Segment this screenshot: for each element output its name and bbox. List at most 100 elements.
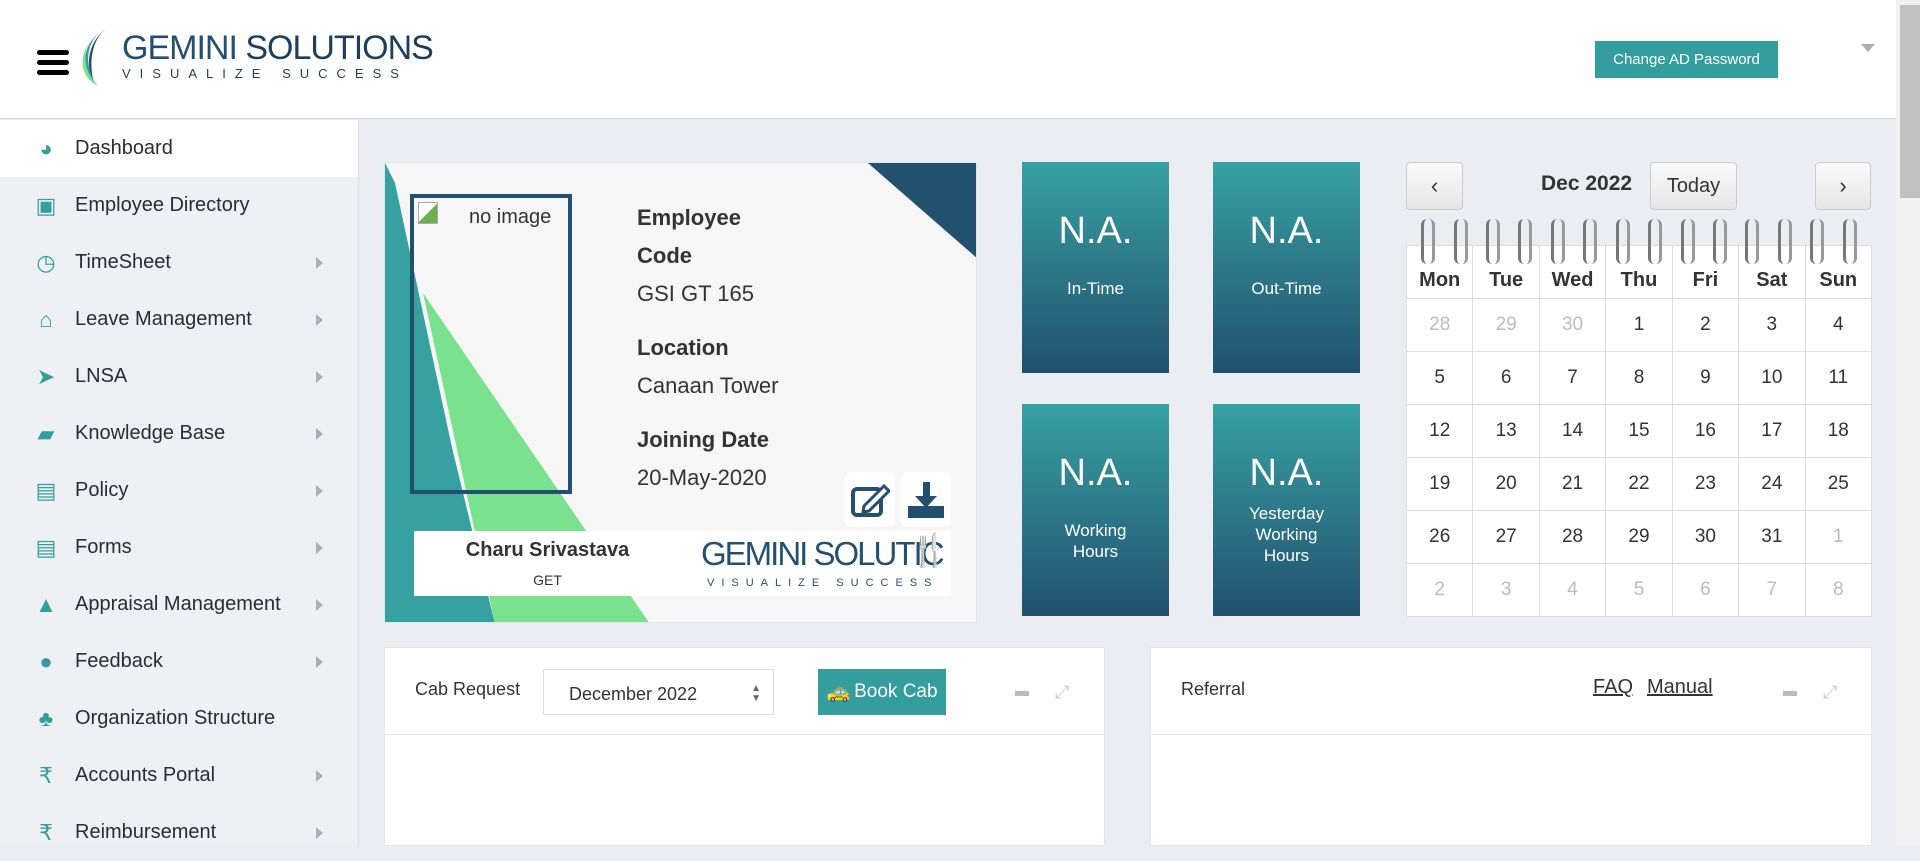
employee-namebar: Charu Srivastava GET	[414, 531, 681, 596]
employee-code-value: GSI GT 165	[637, 281, 754, 306]
chevron-right-icon	[316, 769, 323, 782]
employee-info: Employee Code GSI GT 165 Location Canaan…	[637, 199, 778, 513]
ring-icon	[1680, 219, 1695, 264]
calendar-next-button[interactable]: ›	[1815, 162, 1871, 210]
calendar-day[interactable]: 31	[1738, 510, 1806, 564]
calendar-day[interactable]: 21	[1538, 457, 1607, 511]
folder-open-icon: ▰	[37, 420, 55, 446]
calendar-day[interactable]: 7	[1538, 351, 1607, 405]
chevron-right-icon	[316, 370, 323, 383]
change-ad-password-button[interactable]: Change AD Password	[1595, 41, 1778, 78]
calendar-day[interactable]: 11	[1804, 351, 1873, 405]
calendar-day[interactable]: 12	[1405, 404, 1474, 458]
employee-code-label: Employee Code	[637, 205, 741, 268]
company-logo[interactable]: GEMINI SOLUTIONS VISUALIZE SUCCESS	[82, 24, 434, 86]
download-card-button[interactable]	[901, 472, 951, 527]
calendar-today-button[interactable]: Today	[1650, 162, 1737, 210]
page-scrollbar[interactable]	[1896, 0, 1920, 846]
employee-name: Charu Srivastava	[465, 539, 630, 561]
calendar-day[interactable]: 8	[1804, 563, 1873, 617]
sidebar-item-label: Appraisal Management	[75, 593, 281, 615]
cab-month-value: December 2022	[569, 684, 698, 704]
calendar-day[interactable]: 17	[1738, 404, 1806, 458]
sidebar-item-appraisal-management[interactable]: ▲ Appraisal Management	[0, 576, 358, 633]
calendar-day[interactable]: 3	[1738, 298, 1806, 352]
download-icon	[908, 481, 944, 518]
calendar-day[interactable]: 30	[1671, 510, 1740, 564]
calendar-day[interactable]: 18	[1804, 404, 1873, 458]
calendar-day[interactable]: 3	[1472, 563, 1540, 617]
calendar-day[interactable]: 22	[1605, 457, 1673, 511]
calendar-prev-button[interactable]: ‹	[1406, 162, 1463, 210]
calendar-day[interactable]: 28	[1538, 510, 1607, 564]
sidebar-item-timesheet[interactable]: ◷ TimeSheet	[0, 234, 358, 291]
calendar-day[interactable]: 4	[1538, 563, 1607, 617]
ring-icon	[1745, 219, 1760, 264]
referral-title: Referral	[1181, 679, 1246, 699]
expand-icon[interactable]: ⤢	[1055, 682, 1069, 703]
calendar-week-row: 19 20 21 22 23 24 25	[1405, 457, 1873, 511]
calendar-day[interactable]: 1	[1605, 298, 1673, 352]
scrollbar-thumb[interactable]	[1900, 5, 1920, 198]
calendar-day[interactable]: 20	[1472, 457, 1540, 511]
sidebar-item-feedback[interactable]: ● Feedback	[0, 633, 358, 690]
calendar-day[interactable]: 1	[1804, 510, 1873, 564]
calendar-day[interactable]: 14	[1538, 404, 1607, 458]
employee-id-card: no image Employee Code GSI GT 165 Locati…	[384, 162, 977, 623]
sidebar-item-reimbursement[interactable]: ₹ Reimbursement	[0, 804, 358, 861]
tile-label: Yesterday Working Hours	[1249, 504, 1324, 565]
tile-label: Out-Time	[1251, 279, 1322, 298]
chevron-right-icon	[316, 256, 323, 269]
calendar-day[interactable]: 27	[1472, 510, 1540, 564]
book-cab-button[interactable]: 🚕 Book Cab	[818, 669, 946, 715]
calendar-day[interactable]: 9	[1671, 351, 1740, 405]
calendar-day[interactable]: 10	[1738, 351, 1806, 405]
top-header: GEMINI SOLUTIONS VISUALIZE SUCCESS Chang…	[0, 0, 1896, 119]
calendar-day[interactable]: 7	[1738, 563, 1806, 617]
user-dropdown-caret-icon[interactable]	[1861, 44, 1875, 52]
expand-icon[interactable]: ⤢	[1823, 682, 1837, 703]
sidebar-item-leave-management[interactable]: ⌂ Leave Management	[0, 291, 358, 348]
cab-month-select[interactable]: December 2022 ▲ ▼	[543, 669, 774, 715]
sidebar-item-forms[interactable]: ▤ Forms	[0, 519, 358, 576]
calendar-day[interactable]: 8	[1605, 351, 1673, 405]
calendar-day[interactable]: 19	[1405, 457, 1474, 511]
minimize-icon[interactable]	[1015, 691, 1029, 696]
sidebar-item-organization-structure[interactable]: ♣ Organization Structure	[0, 690, 358, 747]
calendar-day[interactable]: 26	[1405, 510, 1474, 564]
calendar-day[interactable]: 16	[1671, 404, 1740, 458]
sidebar-item-accounts-portal[interactable]: ₹ Accounts Portal	[0, 747, 358, 804]
menu-toggle-icon[interactable]	[37, 50, 69, 76]
calendar-day[interactable]: 23	[1671, 457, 1740, 511]
ring-icon	[1648, 219, 1663, 264]
sidebar-item-dashboard[interactable]: ◕ Dashboard	[0, 120, 358, 177]
calendar-day[interactable]: 29	[1472, 298, 1540, 352]
sidebar: ◕ Dashboard ▣ Employee Directory ◷ TimeSheet ⌂…	[0, 120, 359, 846]
calendar-day[interactable]: 2	[1671, 298, 1740, 352]
paper-plane-icon: ➤	[36, 363, 56, 389]
sidebar-item-employee-directory[interactable]: ▣ Employee Directory	[0, 177, 358, 234]
calendar-day[interactable]: 5	[1605, 563, 1673, 617]
file-icon: ▤	[35, 477, 57, 503]
sidebar-item-lnsa[interactable]: ➤ LNSA	[0, 348, 358, 405]
calendar-day[interactable]: 29	[1605, 510, 1673, 564]
rupee-icon: ₹	[39, 762, 53, 788]
sidebar-item-knowledge-base[interactable]: ▰ Knowledge Base	[0, 405, 358, 462]
minimize-icon[interactable]	[1783, 691, 1797, 696]
calendar-day[interactable]: 25	[1804, 457, 1873, 511]
calendar-day[interactable]: 13	[1472, 404, 1540, 458]
manual-link[interactable]: Manual	[1647, 676, 1713, 699]
calendar-day[interactable]: 2	[1405, 563, 1474, 617]
calendar-day[interactable]: 4	[1804, 298, 1873, 352]
ring-icon	[1486, 219, 1501, 264]
calendar-day[interactable]: 15	[1605, 404, 1673, 458]
faq-link[interactable]: FAQ	[1593, 676, 1633, 699]
calendar-day[interactable]: 30	[1538, 298, 1607, 352]
calendar-day[interactable]: 28	[1405, 298, 1474, 352]
calendar-day[interactable]: 24	[1738, 457, 1806, 511]
calendar-day[interactable]: 6	[1472, 351, 1540, 405]
sidebar-item-policy[interactable]: ▤ Policy	[0, 462, 358, 519]
calendar-day[interactable]: 5	[1405, 351, 1474, 405]
edit-card-button[interactable]	[845, 472, 895, 527]
calendar-day[interactable]: 6	[1671, 563, 1740, 617]
